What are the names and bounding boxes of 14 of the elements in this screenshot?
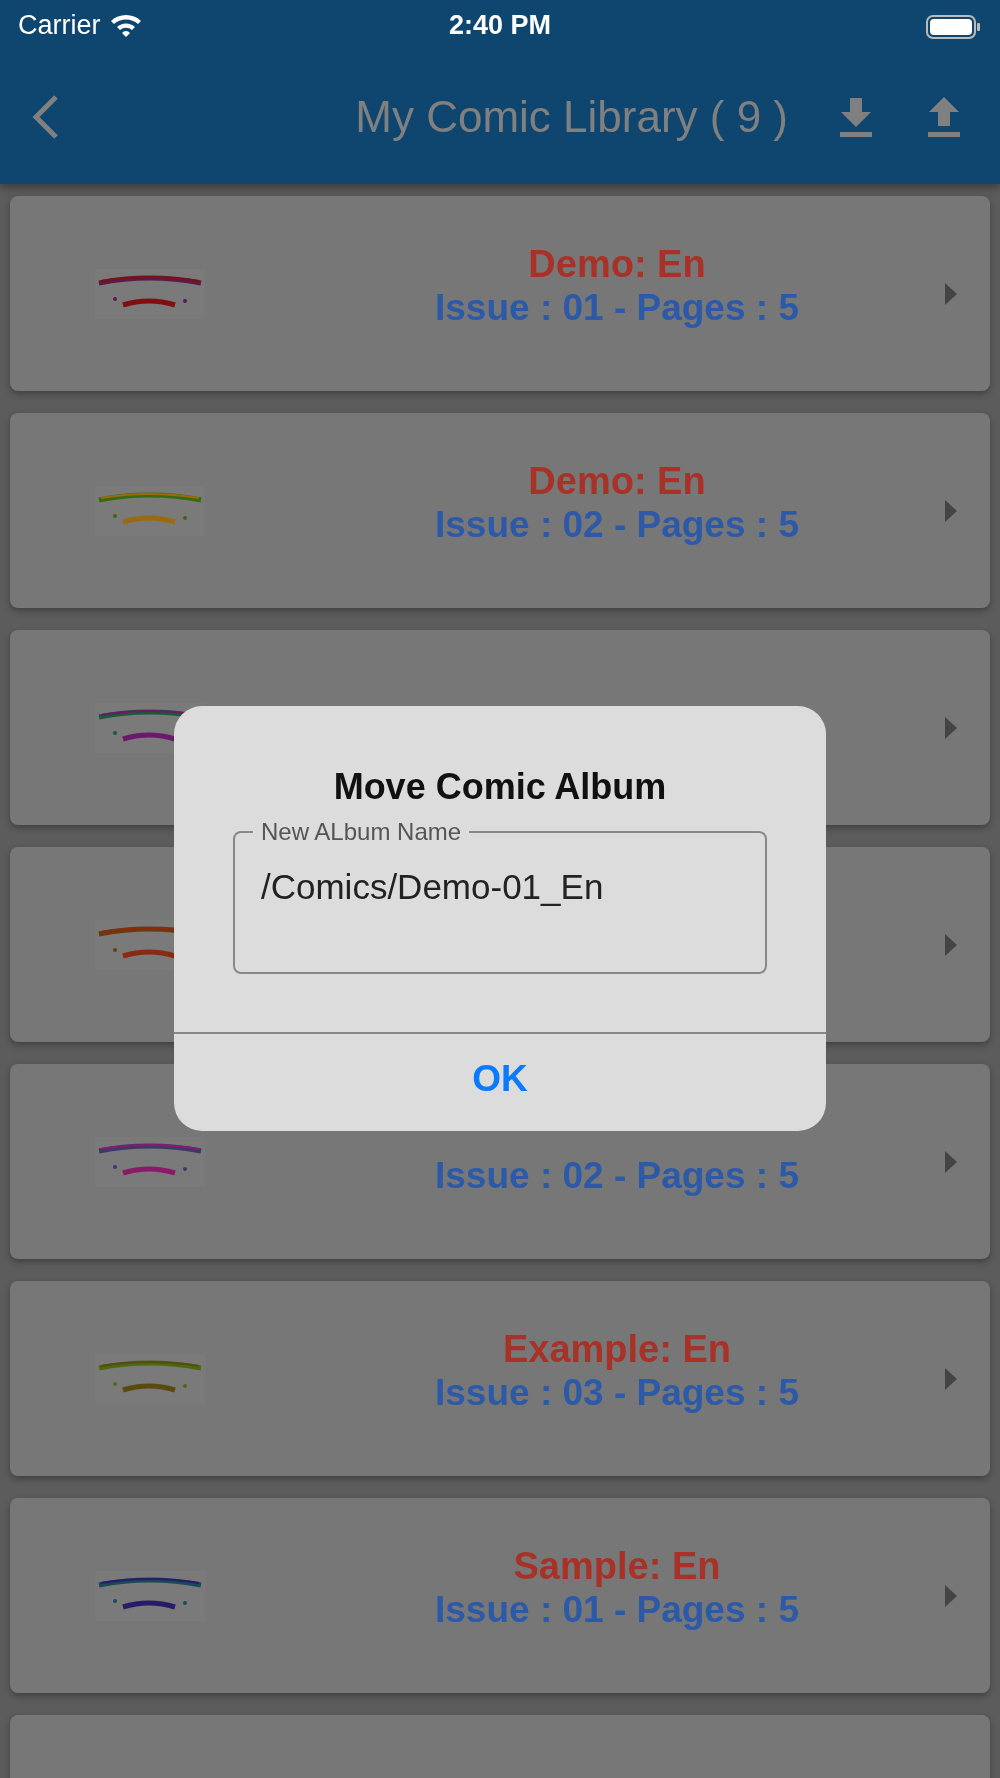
album-info: Issue : 03 - Pages : 5 xyxy=(434,1372,800,1415)
carrier-name: Carrier xyxy=(18,8,101,42)
status-time: 2:40 PM xyxy=(449,8,551,42)
album-title: Demo: En xyxy=(527,460,707,505)
album-info: Issue : 01 - Pages : 5 xyxy=(434,287,800,330)
dialog-title: Move Comic Album xyxy=(332,765,668,809)
album-title: Example: En xyxy=(501,1328,733,1373)
album-info: Issue : 02 - Pages : 5 xyxy=(434,504,800,547)
album-title: Demo: En xyxy=(527,243,707,288)
album-info: Issue : 02 - Pages : 5 xyxy=(434,1155,800,1198)
field-label: New ALbum Name xyxy=(260,818,463,847)
album-info: Issue : 01 - Pages : 5 xyxy=(434,1589,800,1632)
app-title: My Comic Library ( 9 ) xyxy=(355,91,788,143)
album-title: Sample: En xyxy=(512,1545,722,1590)
